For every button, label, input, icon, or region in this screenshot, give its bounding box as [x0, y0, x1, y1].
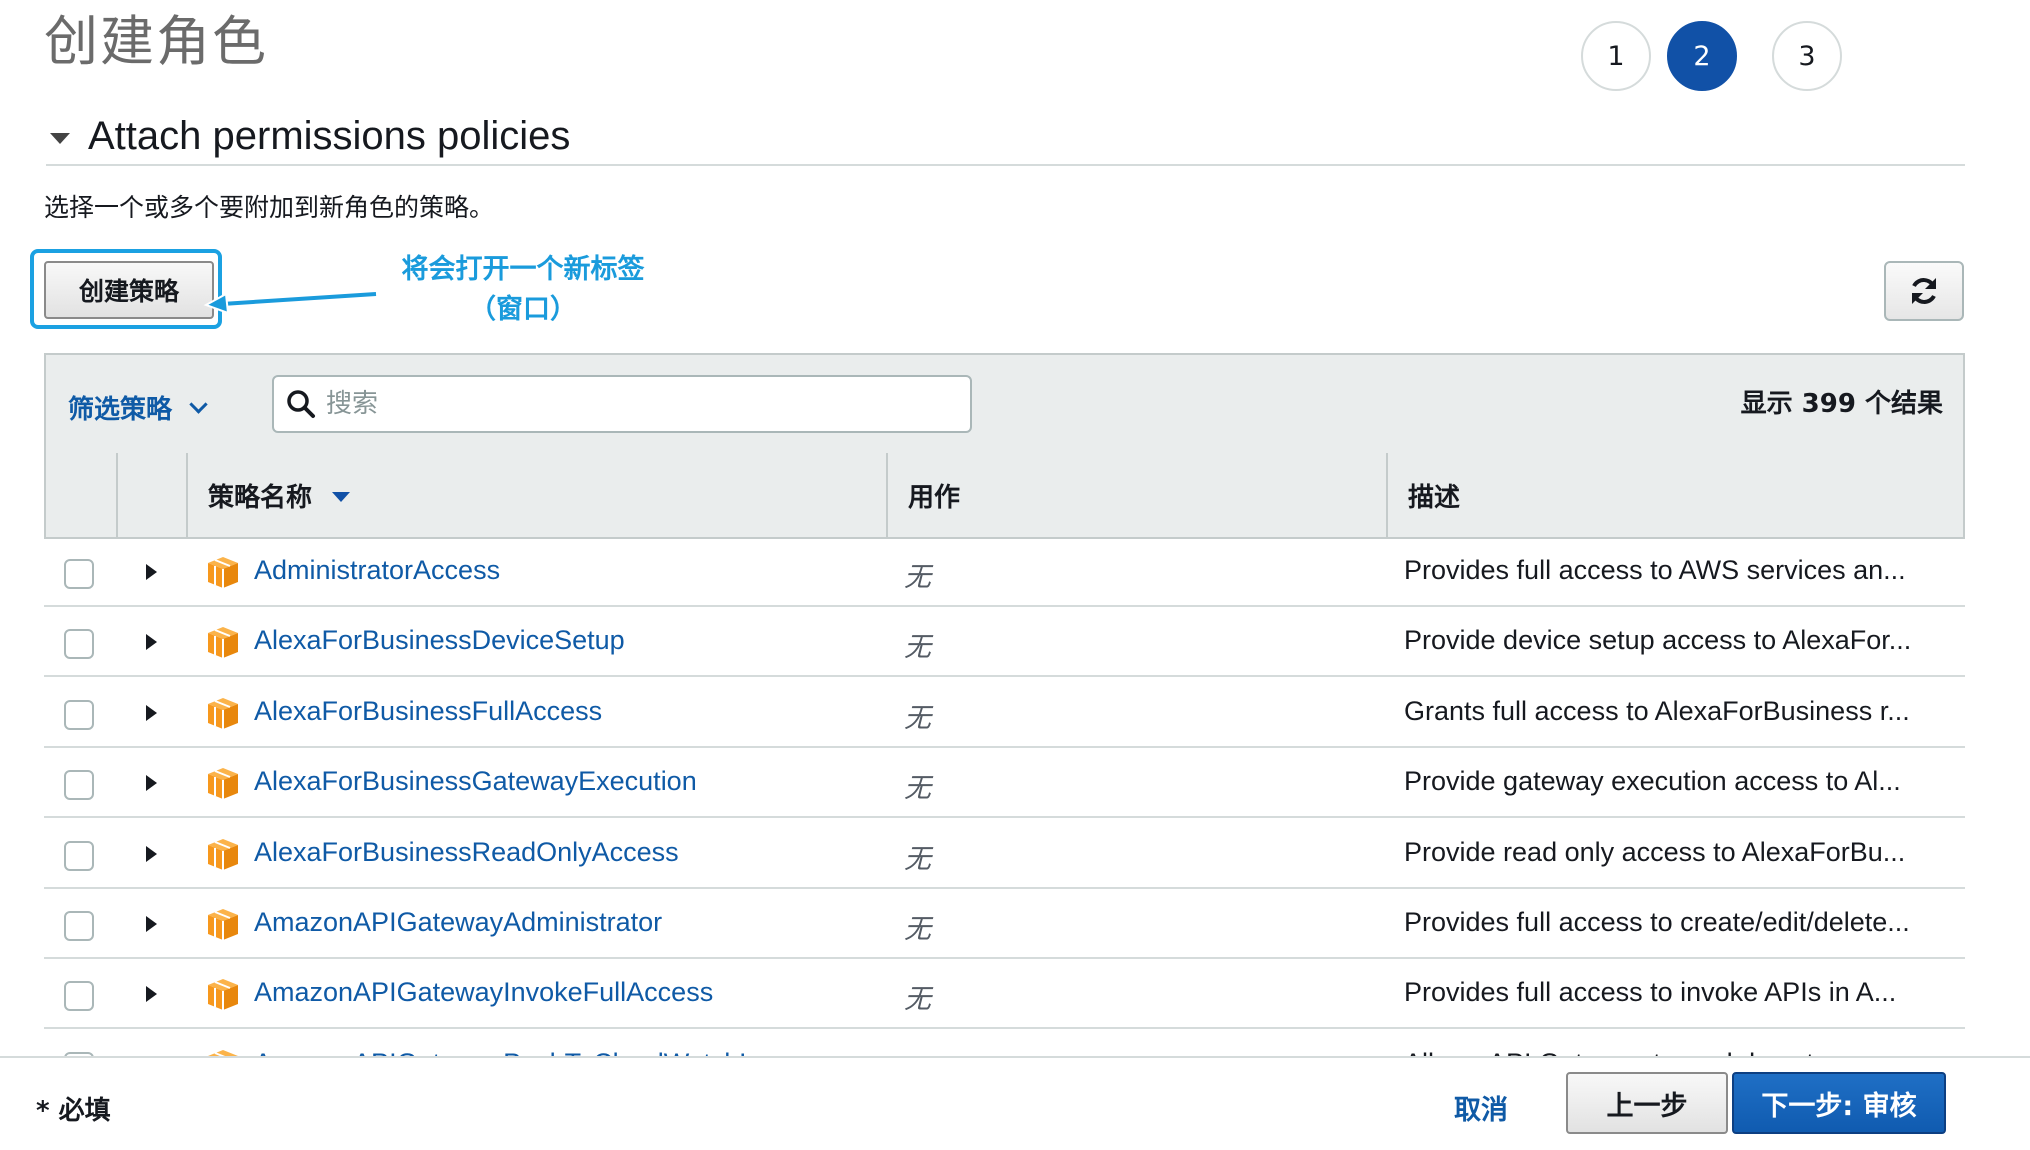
- policy-name-link[interactable]: AdministratorAccess: [254, 555, 500, 586]
- policy-description: Provide device setup access to AlexaFor.…: [1404, 625, 1912, 656]
- header-usage-label: 用作: [908, 482, 961, 513]
- header-description-label: 描述: [1408, 482, 1461, 513]
- filter-label: 筛选策略: [68, 395, 173, 425]
- table-row[interactable]: AlexaForBusinessDeviceSetup 无 Provide de…: [44, 609, 1965, 678]
- row-checkbox[interactable]: [64, 699, 94, 730]
- search-box[interactable]: [272, 375, 972, 433]
- policy-description: Provide read only access to AlexaForBu..…: [1404, 836, 1906, 867]
- annotation-note: 将会打开一个新标签 （窗口）: [388, 250, 658, 330]
- row-checkbox[interactable]: [64, 981, 94, 1012]
- section-divider: [46, 164, 1965, 166]
- next-review-button[interactable]: 下一步: 审核: [1732, 1072, 1946, 1134]
- annotation-line1: 将会打开一个新标签: [401, 254, 645, 285]
- package-icon: [208, 909, 238, 940]
- package-icon: [208, 768, 238, 800]
- expand-triangle-icon[interactable]: [146, 564, 157, 580]
- header-expand-cell: [116, 453, 186, 537]
- table-row[interactable]: AlexaForBusinessGatewayExecution 无 Provi…: [44, 750, 1965, 819]
- expand-triangle-icon[interactable]: [146, 775, 157, 792]
- header-description[interactable]: 描述: [1386, 453, 1965, 537]
- table-row[interactable]: AmazonAPIGatewayInvokeFullAccess 无 Provi…: [44, 961, 1965, 1030]
- result-count: 显示 399 个结果: [1740, 389, 1943, 419]
- policy-usage: 无: [904, 632, 931, 664]
- annotation-line2: （窗口）: [469, 294, 577, 325]
- policy-name-link[interactable]: AlexaForBusinessGatewayExecution: [254, 766, 697, 797]
- create-policy-button[interactable]: 创建策略: [44, 261, 214, 319]
- row-checkbox[interactable]: [64, 629, 94, 660]
- policy-usage: 无: [904, 773, 931, 805]
- policy-usage: 无: [904, 984, 931, 1016]
- step-1[interactable]: 1: [1581, 21, 1651, 91]
- policy-description: Provide gateway execution access to Al..…: [1404, 766, 1901, 797]
- policy-usage: 无: [904, 562, 931, 593]
- section-description: 选择一个或多个要附加到新角色的策略。: [44, 193, 495, 222]
- policy-usage: 无: [904, 843, 931, 875]
- header-checkbox-cell: [46, 453, 116, 537]
- search-icon: [287, 390, 315, 418]
- expand-triangle-icon[interactable]: [146, 634, 157, 651]
- package-icon: [208, 697, 238, 729]
- annotation-arrow-icon: [203, 289, 377, 315]
- policy-usage: 无: [904, 702, 931, 734]
- expand-triangle-icon[interactable]: [146, 916, 157, 932]
- table-row[interactable]: AlexaForBusinessFullAccess 无 Grants full…: [44, 680, 1965, 748]
- refresh-icon: [1912, 278, 1936, 304]
- expand-triangle-icon[interactable]: [146, 986, 157, 1003]
- policy-name-link[interactable]: AlexaForBusinessFullAccess: [254, 696, 602, 727]
- cancel-link[interactable]: 取消: [1454, 1088, 1508, 1127]
- table-row[interactable]: AmazonAPIGatewayAdministrator 无 Provides…: [44, 891, 1965, 959]
- section-title: Attach permissions policies: [88, 113, 571, 158]
- search-input[interactable]: [324, 388, 928, 420]
- table-row[interactable]: AdministratorAccess 无 Provides full acce…: [44, 539, 1965, 607]
- package-icon: [208, 838, 238, 870]
- header-usage[interactable]: 用作: [886, 453, 1386, 537]
- policy-name-link[interactable]: AlexaForBusinessReadOnlyAccess: [254, 837, 679, 868]
- wizard-footer: * 必填 取消 上一步 下一步: 审核: [0, 1056, 2030, 1150]
- policy-description: Provides full access to invoke APIs in A…: [1404, 977, 1897, 1008]
- row-checkbox[interactable]: [64, 770, 94, 801]
- required-note: * 必填: [36, 1096, 111, 1126]
- step-2-active[interactable]: 2: [1667, 21, 1737, 91]
- row-checkbox[interactable]: [64, 911, 94, 941]
- policy-description: Grants full access to AlexaForBusiness r…: [1404, 695, 1910, 726]
- header-policy-name[interactable]: 策略名称: [186, 453, 886, 537]
- package-icon: [208, 979, 238, 1011]
- policy-name-link[interactable]: AmazonAPIGatewayInvokeFullAccess: [254, 977, 713, 1008]
- page-title: 创建角色: [44, 10, 268, 73]
- filter-policies-dropdown[interactable]: 筛选策略: [68, 389, 208, 426]
- header-policy-name-label: 策略名称: [208, 482, 313, 513]
- expand-triangle-icon[interactable]: [146, 845, 157, 862]
- package-icon: [208, 627, 238, 659]
- refresh-button[interactable]: [1884, 261, 1964, 321]
- table-toolbar: 筛选策略 显示 399 个结果: [44, 353, 1965, 455]
- sort-desc-icon[interactable]: [332, 492, 351, 502]
- table-header: 策略名称 用作 描述: [44, 453, 1965, 539]
- policy-name-link[interactable]: AlexaForBusinessDeviceSetup: [254, 625, 625, 656]
- table-row[interactable]: AlexaForBusinessReadOnlyAccess 无 Provide…: [44, 821, 1965, 889]
- previous-button[interactable]: 上一步: [1566, 1072, 1728, 1134]
- expand-triangle-icon[interactable]: [146, 704, 157, 721]
- section-header[interactable]: Attach permissions policies: [50, 108, 570, 164]
- policy-name-link[interactable]: AmazonAPIGatewayAdministrator: [254, 907, 662, 938]
- chevron-down-icon: [189, 395, 208, 414]
- policy-description: Provides full access to AWS services an.…: [1404, 555, 1906, 585]
- policy-usage: 无: [904, 914, 931, 945]
- collapse-caret-icon[interactable]: [50, 132, 70, 144]
- package-icon: [208, 557, 238, 588]
- policy-description: Provides full access to create/edit/dele…: [1404, 907, 1910, 937]
- step-3[interactable]: 3: [1772, 21, 1842, 91]
- row-checkbox[interactable]: [64, 559, 94, 589]
- row-checkbox[interactable]: [64, 840, 94, 871]
